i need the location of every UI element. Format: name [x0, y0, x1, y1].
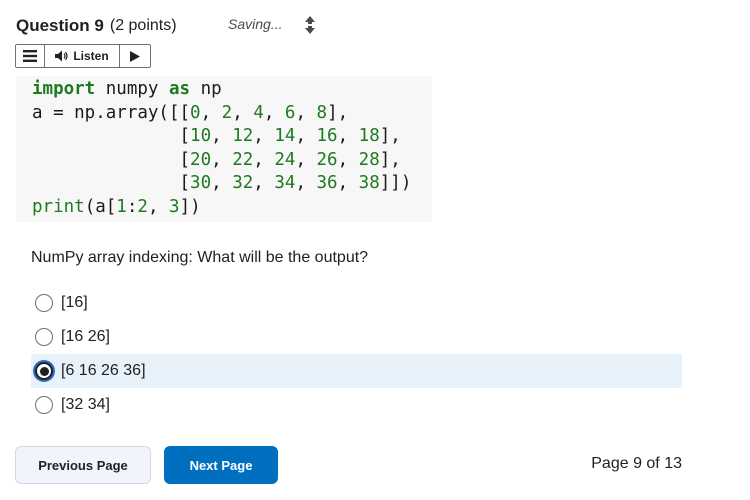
question-title: Question 9 — [16, 16, 104, 35]
saving-status: Saving... — [228, 16, 283, 32]
answer-options: [16] [16 26] [6 16 26 36] [32 34] — [31, 286, 682, 422]
answer-option-label: [32 34] — [61, 396, 110, 413]
radio-button[interactable] — [35, 294, 53, 312]
answer-option-label: [6 16 26 36] — [61, 362, 146, 379]
listen-button[interactable]: Listen — [45, 45, 120, 67]
code-line: print(a[1:2, 3]) — [32, 196, 201, 217]
radio-button[interactable] — [35, 362, 53, 380]
radio-button[interactable] — [35, 328, 53, 346]
listen-label: Listen — [73, 49, 109, 63]
question-points: (2 points) — [109, 17, 177, 34]
previous-page-button[interactable]: Previous Page — [15, 446, 151, 484]
next-page-button[interactable]: Next Page — [164, 446, 278, 484]
question-prompt: NumPy array indexing: What will be the o… — [31, 249, 369, 266]
read-aloud-toolbar: Listen — [15, 44, 151, 68]
code-block: import numpy as np a = np.array([[0, 2, 4… — [16, 76, 432, 222]
play-icon — [130, 50, 140, 62]
speaker-icon — [55, 50, 68, 62]
answer-option-label: [16 26] — [61, 328, 110, 345]
answer-option-label: [16] — [61, 294, 88, 311]
code-line: a = np.array([[0, 2, 4, 6, 8], — [32, 102, 349, 123]
code-line: import numpy as np — [32, 79, 222, 99]
code-line: [30, 32, 34, 36, 38]]) — [32, 173, 412, 193]
question-header: Question 9 (2 points) — [16, 14, 177, 38]
page-indicator: Page 9 of 13 — [591, 455, 682, 472]
read-aloud-menu-button[interactable] — [16, 45, 45, 67]
radio-selected-dot — [39, 366, 49, 376]
radio-button[interactable] — [35, 396, 53, 414]
answer-option[interactable]: [16 26] — [31, 320, 682, 354]
play-button[interactable] — [120, 45, 150, 67]
answer-option[interactable]: [16] — [31, 286, 682, 320]
answer-option[interactable]: [6 16 26 36] — [31, 354, 682, 388]
sync-arrows-icon — [305, 16, 315, 34]
answer-option[interactable]: [32 34] — [31, 388, 682, 422]
hamburger-menu-icon — [23, 50, 37, 62]
code-line: [10, 12, 14, 16, 18], — [32, 126, 401, 146]
code-line: [20, 22, 24, 26, 28], — [32, 149, 401, 170]
